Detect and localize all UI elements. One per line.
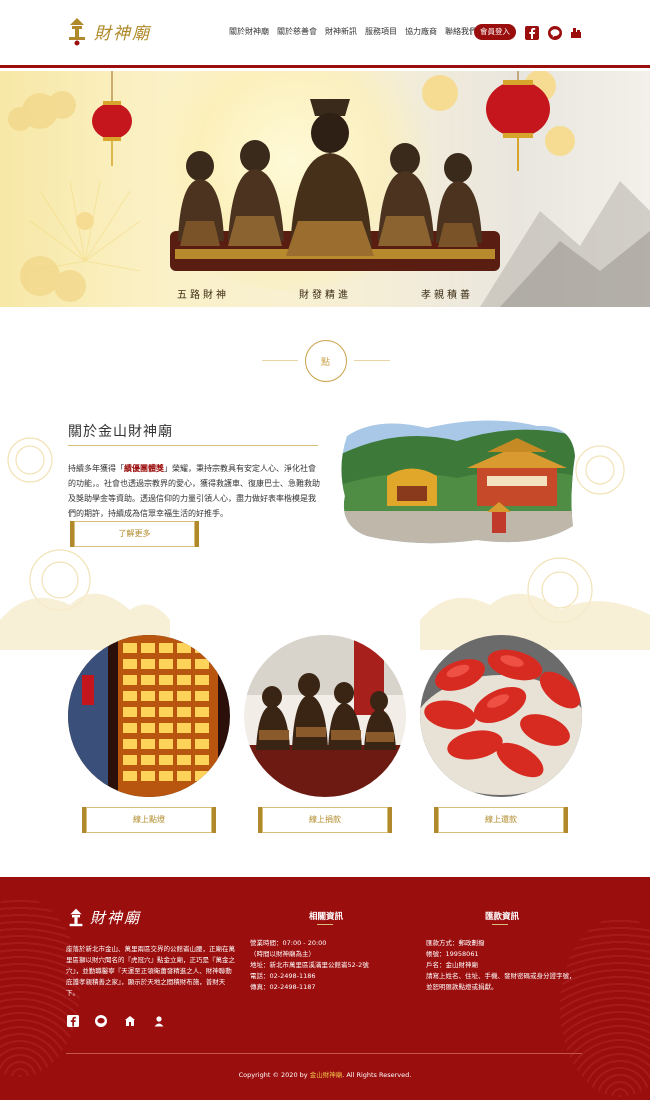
lantern-left bbox=[92, 71, 132, 166]
footer-remit-item: 帳號：19958061 bbox=[426, 950, 479, 958]
ornament-line-right bbox=[354, 360, 390, 361]
footer-remit-item: 請寫上姓名、住址、手機、發財密碼或身分證字號， bbox=[426, 972, 576, 980]
online-donation-button[interactable]: 線上捐款 bbox=[258, 807, 392, 833]
site-footer: 財神廟 座落於新北市金山、萬里兩區交界的公館崙山腰，正廟在萬里區獅以財穴聞名的『… bbox=[0, 877, 650, 1100]
copyright-text: Copyright © 2020 by bbox=[238, 1071, 310, 1079]
nav-about-temple[interactable]: 關於財神廟 bbox=[229, 26, 269, 37]
logo-text: 財神廟 bbox=[94, 23, 151, 44]
red-turtle-cakes-photo bbox=[420, 635, 582, 797]
footer-remit-title-underline bbox=[492, 924, 508, 925]
footer-info-list: 營業時間：07:00 - 20:00 （時間以財神廟為主） 地址：新北市萬里區溪… bbox=[250, 938, 369, 993]
footer-logo-emblem-icon bbox=[69, 908, 83, 927]
hero-caption-2: 財發精進 bbox=[299, 290, 351, 301]
logo-emblem-icon bbox=[69, 18, 85, 46]
section-ornament: 點 bbox=[305, 340, 347, 382]
footer-divider bbox=[66, 1053, 582, 1054]
footer-remit-item: 並恕明匯款點燈或捐獻。 bbox=[426, 983, 498, 991]
lamp-tower-photo bbox=[68, 635, 230, 797]
footer-info-title: 相關資訊 bbox=[309, 912, 344, 922]
temple-icon[interactable] bbox=[569, 26, 583, 40]
footer-remit-list: 匯款方式：郵政劃撥 帳號：19958061 戶名：金山財神廟 請寫上姓名、住址、… bbox=[426, 938, 576, 993]
about-description: 持續多年獲得「績優團體獎」榮耀，秉持宗教具有安定人心、淨化社會的功能，。社會也透… bbox=[68, 461, 320, 521]
deity-statues bbox=[170, 99, 500, 271]
online-repayment-button[interactable]: 線上還款 bbox=[434, 807, 568, 833]
footer-temple-icon[interactable] bbox=[124, 1015, 136, 1027]
learn-more-button[interactable]: 了解更多 bbox=[70, 521, 199, 547]
nav-contact[interactable]: 聯絡我們 bbox=[445, 26, 477, 37]
copyright-text: . All Rights Reserved. bbox=[342, 1071, 412, 1079]
footer-remit-item: 匯款方式：郵政劃撥 bbox=[426, 939, 485, 947]
main-nav: 關於財神廟 關於慈善會 財神新訊 服務項目 協力廠商 聯絡我們 bbox=[229, 26, 477, 37]
about-title: 關於金山財神廟 bbox=[68, 424, 173, 440]
footer-remit-title: 匯款資訊 bbox=[485, 912, 520, 922]
footer-description: 座落於新北市金山、萬里兩區交界的公館崙山腰，正廟在萬里區獅以財穴聞名的『虎冠穴』… bbox=[66, 945, 235, 997]
footer-info-item: 地址：新北市萬里區溪滿里公館崙52-2號 bbox=[250, 961, 369, 969]
site-logo[interactable]: 財神廟 bbox=[66, 14, 156, 48]
nav-services[interactable]: 服務項目 bbox=[365, 26, 397, 37]
facebook-icon[interactable] bbox=[525, 26, 539, 40]
about-highlight: 績優團體獎 bbox=[124, 464, 164, 473]
ornament-char: 點 bbox=[321, 358, 331, 368]
line-icon[interactable] bbox=[548, 26, 562, 40]
ornament-line-left bbox=[262, 360, 298, 361]
copyright-brand-link[interactable]: 金山財神廟 bbox=[310, 1071, 343, 1079]
hero-caption-3: 孝親積善 bbox=[421, 290, 473, 301]
footer-info-item: 營業時間：07:00 - 20:00 bbox=[250, 939, 327, 947]
site-header: 財神廟 關於財神廟 關於慈善會 財神新訊 服務項目 協力廠商 聯絡我們 會員登入 bbox=[0, 0, 650, 68]
hero-illustration bbox=[8, 71, 650, 307]
hero-caption-1: 五路財神 bbox=[177, 290, 229, 301]
footer-logo[interactable]: 財神廟 bbox=[66, 907, 141, 928]
copyright: Copyright © 2020 by 金山財神廟. All Rights Re… bbox=[0, 1069, 650, 1079]
online-lamp-lighting-button[interactable]: 線上點燈 bbox=[82, 807, 216, 833]
footer-member-icon[interactable] bbox=[153, 1015, 165, 1027]
nav-partners[interactable]: 協力廠商 bbox=[405, 26, 437, 37]
footer-remit-item: 戶名：金山財神廟 bbox=[426, 961, 478, 969]
hero-banner: 五路財神 財發精進 孝親積善 bbox=[0, 71, 650, 307]
footer-info-item: （時間以財神廟為主） bbox=[250, 950, 315, 958]
deity-statues-photo bbox=[244, 635, 406, 797]
footer-facebook-icon[interactable] bbox=[67, 1015, 79, 1027]
footer-line-icon[interactable] bbox=[95, 1015, 107, 1027]
member-login-button[interactable]: 會員登入 bbox=[474, 24, 516, 40]
about-text-part: 持續多年獲得「 bbox=[68, 464, 124, 473]
footer-logo-text: 財神廟 bbox=[90, 909, 142, 927]
nav-news[interactable]: 財神新訊 bbox=[325, 26, 357, 37]
temple-photo bbox=[341, 420, 576, 544]
footer-info-title-underline bbox=[317, 924, 333, 925]
nav-about-charity[interactable]: 關於慈善會 bbox=[277, 26, 317, 37]
about-divider bbox=[68, 445, 318, 446]
footer-info-item: 電話：02-2498-1186 bbox=[250, 972, 316, 980]
footer-info-item: 傳真：02-2498-1187 bbox=[250, 983, 316, 991]
